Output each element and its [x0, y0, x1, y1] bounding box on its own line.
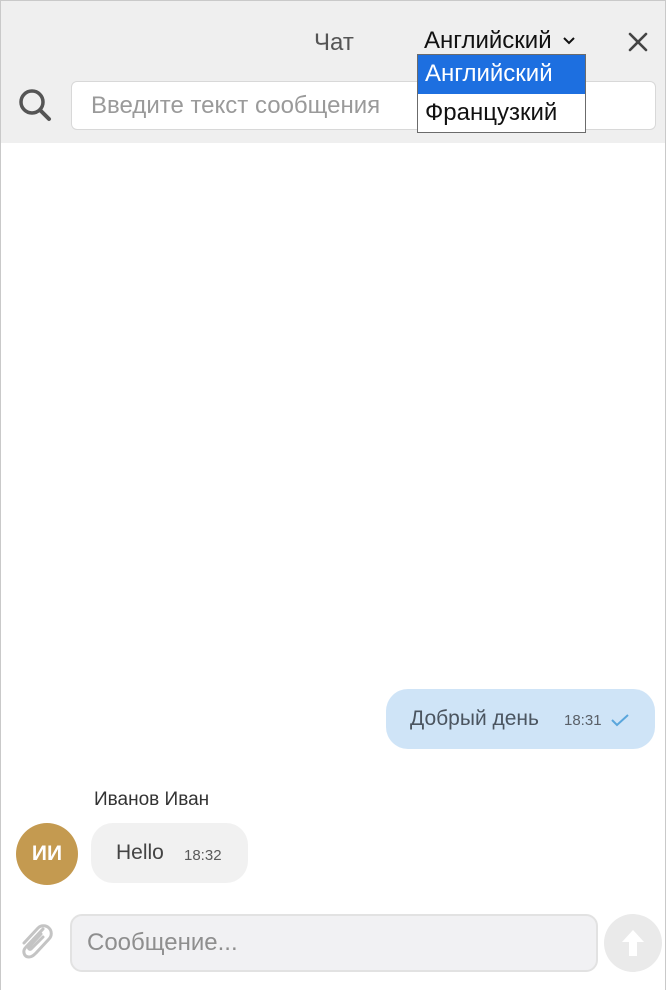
chevron-down-icon [562, 37, 575, 45]
avatar[interactable]: ИИ [16, 823, 78, 885]
paperclip-icon[interactable] [14, 920, 56, 964]
message-time: 18:31 [564, 712, 602, 729]
chat-title: Чат [314, 29, 354, 56]
close-icon[interactable] [627, 31, 649, 53]
message-time: 18:32 [184, 847, 222, 864]
message-input[interactable] [70, 914, 598, 972]
outgoing-message[interactable]: Добрый день 18:31 [386, 689, 655, 749]
message-text: Hello [116, 841, 164, 864]
incoming-message[interactable]: Hello 18:32 [91, 823, 248, 883]
check-icon [611, 714, 629, 727]
language-dropdown: Английский Французкий [417, 54, 586, 133]
send-button[interactable] [604, 914, 662, 972]
language-select-value: Английский [424, 27, 552, 54]
language-select[interactable]: Английский [424, 26, 576, 56]
message-text: Добрый день [410, 707, 539, 730]
arrow-up-icon [622, 930, 644, 956]
sender-name: Иванов Иван [94, 789, 210, 810]
language-option-english[interactable]: Английский [418, 55, 585, 94]
language-option-french[interactable]: Французкий [418, 94, 585, 133]
search-icon[interactable] [18, 88, 52, 122]
